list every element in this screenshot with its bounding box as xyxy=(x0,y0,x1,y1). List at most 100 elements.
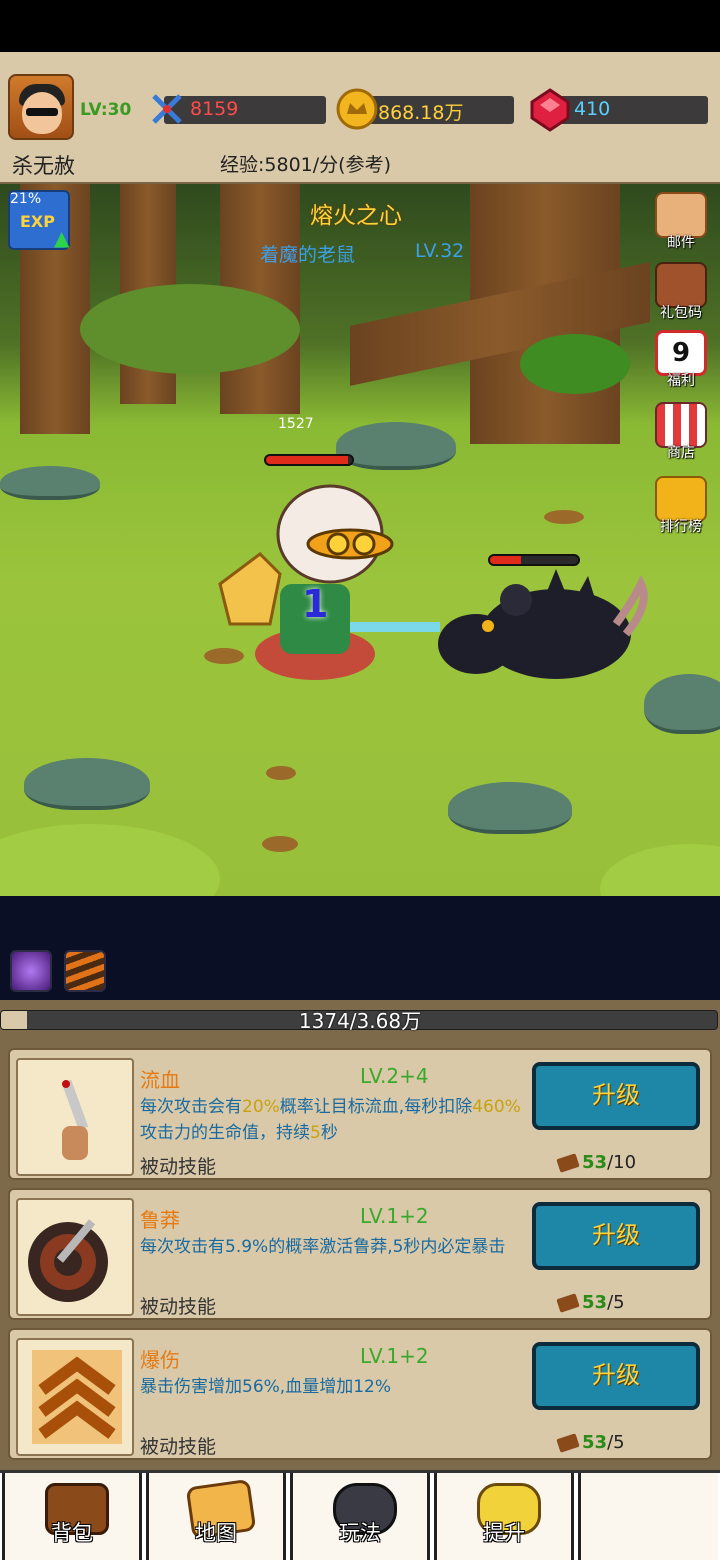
nav-label: 地图 xyxy=(195,1521,237,1545)
upgrade-button[interactable]: 升级 xyxy=(532,1062,700,1130)
progress-text: 1374/3.68万 xyxy=(298,1009,422,1033)
side-menu-label: 礼包码 xyxy=(660,305,702,321)
nav-map[interactable]: 地图 xyxy=(146,1473,286,1560)
power-value: 8159 xyxy=(190,98,239,120)
desc-highlight: 5 xyxy=(310,1123,321,1143)
cost-need: /5 xyxy=(607,1292,625,1313)
gold-coin-icon xyxy=(336,88,378,130)
cost-need: /5 xyxy=(607,1432,625,1453)
nav-label: 玩法 xyxy=(339,1521,381,1545)
cost-need: /10 xyxy=(607,1152,637,1173)
skill-card: 鲁莽 LV.1+2 每次攻击有5.9%的概率激活鲁莽,5秒内必定暴击 被动技能 … xyxy=(8,1188,712,1320)
crossed-swords-icon xyxy=(152,94,182,124)
hero-hp-number: 1527 xyxy=(278,416,314,432)
up-arrow-icon: ▲ xyxy=(54,226,70,250)
upgrade-button[interactable]: 升级 xyxy=(532,1202,700,1270)
nav-gameplay[interactable]: 玩法 xyxy=(290,1473,430,1560)
side-menu-ranking[interactable]: 排行榜 xyxy=(650,476,712,536)
hero-hp-fill xyxy=(266,456,348,464)
battle-scene: 1 xyxy=(0,184,720,896)
triple-chevron-icon xyxy=(32,1350,122,1444)
nav-label: 背包 xyxy=(51,1521,93,1545)
bush xyxy=(80,284,300,374)
player-name: 杀无赦 xyxy=(12,154,75,178)
nav-upgrade[interactable]: 提升 xyxy=(434,1473,574,1560)
hero-hp-bar xyxy=(264,454,354,466)
bleeding-dagger-icon xyxy=(61,1079,89,1160)
gold-value: 868.18万 xyxy=(378,102,464,124)
side-menu-welfare[interactable]: 9 福利 xyxy=(650,330,712,390)
skill-book-icon xyxy=(556,1433,580,1453)
exp-boost-button[interactable]: 21% EXP ▲ xyxy=(8,190,70,250)
upgrade-cost: 53/5 xyxy=(556,1432,625,1453)
active-skill-slash-icon xyxy=(10,950,52,992)
nav-bag[interactable]: 背包 xyxy=(2,1473,142,1560)
monster-hp-fill xyxy=(490,556,521,564)
nav-label: 提升 xyxy=(483,1521,525,1545)
avatar-glasses xyxy=(26,108,58,116)
cost-have: 53 xyxy=(582,1152,608,1173)
bush xyxy=(0,824,220,896)
skill-type: 被动技能 xyxy=(140,1156,217,1178)
rock xyxy=(448,782,572,834)
side-menu-gift-code[interactable]: 礼包码 xyxy=(650,262,712,322)
skill-name: 爆伤 xyxy=(140,1348,180,1372)
skill-level: LV.1+2 xyxy=(360,1204,429,1228)
gem-value: 410 xyxy=(574,98,611,120)
skill-description: 暴击伤害增加56%,血量增加12% xyxy=(140,1377,391,1397)
side-menu-shop[interactable]: 商店 xyxy=(650,402,712,462)
exp-label: EXP xyxy=(20,212,55,231)
skill-description: 每次攻击有5.9%的概率激活鲁莽,5秒内必定暴击 xyxy=(140,1237,506,1257)
skill-name: 流血 xyxy=(140,1068,180,1092)
bush xyxy=(520,334,630,394)
side-menu-label: 福利 xyxy=(667,373,695,389)
upgrade-cost: 53/5 xyxy=(556,1292,625,1313)
skill-card: 流血 LV.2+4 每次攻击会有20%概率让目标流血,每秒扣除460% 攻击力的生… xyxy=(8,1048,712,1180)
cost-have: 53 xyxy=(582,1292,608,1313)
ruby-gem-icon xyxy=(530,88,570,132)
skill-book-icon xyxy=(556,1153,580,1173)
target-dagger-icon xyxy=(28,1219,108,1302)
skill-level: LV.1+2 xyxy=(360,1344,429,1368)
dirt-patch xyxy=(266,766,296,780)
desc-text: 每次攻击会有 xyxy=(140,1097,242,1117)
rock xyxy=(0,466,100,500)
side-menu-mail[interactable]: 邮件 xyxy=(650,192,712,252)
skill-name: 鲁莽 xyxy=(140,1208,180,1232)
rock xyxy=(24,758,150,810)
monster-hp-bar xyxy=(488,554,580,566)
dirt-patch xyxy=(262,836,298,852)
desc-highlight: 460% xyxy=(472,1097,521,1117)
skill-card: 爆伤 LV.1+2 暴击伤害增加56%,血量增加12% 被动技能 升级 53/5 xyxy=(8,1328,712,1460)
active-skill-chevron-icon xyxy=(64,950,106,992)
monster-rat-character xyxy=(438,569,648,679)
bottom-nav: 背包 地图 玩法 提升 xyxy=(0,1470,720,1560)
upgrade-cost: 53/10 xyxy=(556,1152,637,1173)
desc-text: 秒 xyxy=(320,1123,338,1143)
monster-name: 着魔的老鼠 xyxy=(260,244,356,266)
side-menu-label: 商店 xyxy=(667,445,695,461)
skill-type: 被动技能 xyxy=(140,1436,217,1458)
exp-boost-percent: 21% xyxy=(10,191,42,207)
skill-effects-band xyxy=(0,896,720,1000)
skill-description: 每次攻击会有20%概率让目标流血,每秒扣除460% 攻击力的生命值，持续5秒 xyxy=(140,1094,530,1146)
desc-highlight: 20% xyxy=(242,1097,280,1117)
skill-level: LV.2+4 xyxy=(360,1064,429,1088)
skill-bleed-thumbnail xyxy=(16,1058,134,1176)
stage-title: 熔火之心 xyxy=(310,203,402,229)
skill-type: 被动技能 xyxy=(140,1296,217,1318)
rock xyxy=(336,422,456,470)
desc-text: 攻击力的生命值，持续 xyxy=(140,1123,310,1143)
side-menu-label: 邮件 xyxy=(667,235,695,251)
nav-empty-slot[interactable] xyxy=(578,1473,718,1560)
damage-number: 1 xyxy=(302,582,329,626)
upgrade-button[interactable]: 升级 xyxy=(532,1342,700,1410)
skill-reckless-thumbnail xyxy=(16,1198,134,1316)
skill-critdmg-thumbnail xyxy=(16,1338,134,1456)
player-avatar[interactable] xyxy=(8,74,74,140)
monster-level: LV.32 xyxy=(415,240,465,262)
side-menu-label: 排行榜 xyxy=(660,519,702,535)
exp-rate: 经验:5801/分(参考) xyxy=(220,154,391,176)
desc-text: 概率让目标流血,每秒扣除 xyxy=(279,1097,473,1117)
power-bar xyxy=(164,96,326,124)
